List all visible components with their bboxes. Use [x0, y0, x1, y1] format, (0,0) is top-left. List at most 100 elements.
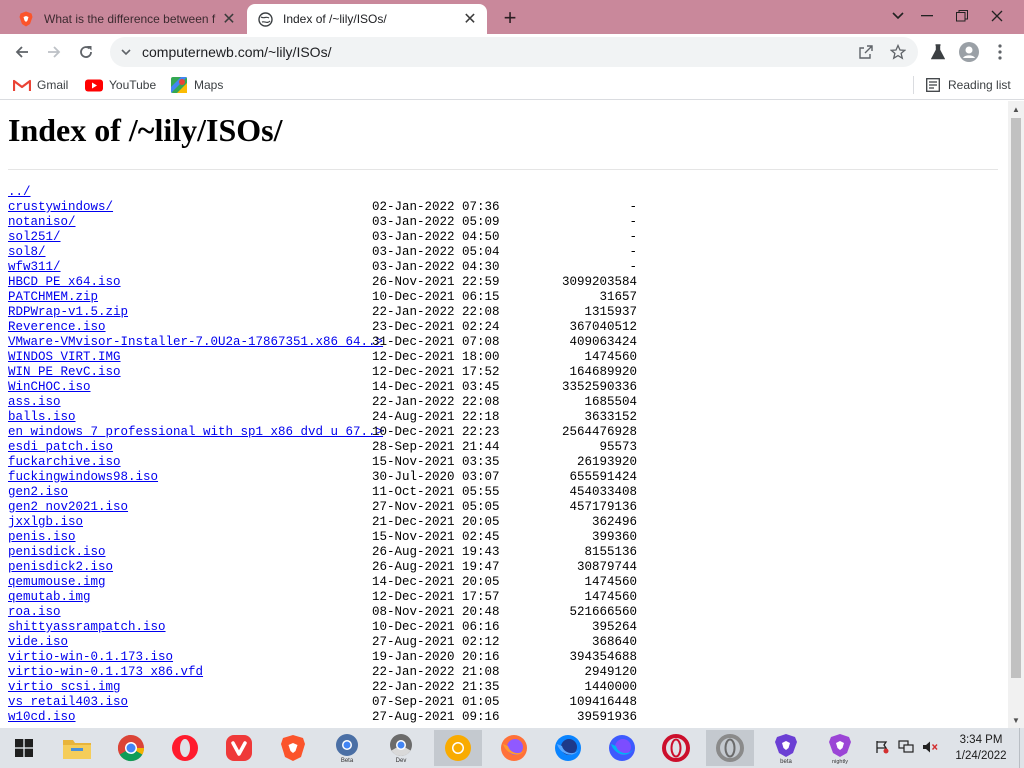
file-link[interactable]: ass.iso: [8, 395, 61, 410]
file-size: 1474560: [584, 350, 637, 364]
file-size: 26193920: [576, 455, 637, 469]
table-row: virtio-win-0.1.173.iso 19-Jan-2020 20:16 3…: [8, 650, 637, 665]
file-link[interactable]: Reverence.iso: [8, 320, 106, 335]
file-link[interactable]: jxxlgb.iso: [8, 515, 83, 530]
file-link[interactable]: penis.iso: [8, 530, 76, 545]
file-link[interactable]: virtio-win-0.1.173.iso: [8, 650, 173, 665]
chrome-dev-icon[interactable]: Dev: [377, 730, 425, 766]
site-info-chevron-icon[interactable]: [118, 44, 134, 60]
modified-date: 08-Nov-2021 20:48: [372, 605, 500, 619]
file-link[interactable]: RDPWrap-v1.5.zip: [8, 305, 128, 320]
labs-flask-icon[interactable]: [926, 40, 950, 64]
share-icon[interactable]: [858, 44, 874, 60]
file-link[interactable]: penisdick.iso: [8, 545, 106, 560]
file-link[interactable]: en_windows_7_professional_with_sp1_x86_d…: [8, 425, 383, 440]
address-bar[interactable]: computernewb.com/~lily/ISOs/: [110, 37, 918, 67]
action-center-flag-icon[interactable]: [873, 738, 891, 756]
chrome-beta-icon[interactable]: Beta: [323, 730, 371, 766]
brave-beta-icon[interactable]: beta: [762, 730, 810, 766]
tab-title: What is the difference between f: [44, 12, 216, 26]
file-link[interactable]: gen2.iso: [8, 485, 68, 500]
bookmark-youtube[interactable]: YouTube: [85, 76, 156, 94]
file-link[interactable]: shittyassrampatch.iso: [8, 620, 166, 635]
opera-active-icon[interactable]: [706, 730, 754, 766]
file-link[interactable]: vide.iso: [8, 635, 68, 650]
modified-date: 22-Jan-2022 22:08: [372, 305, 500, 319]
file-link[interactable]: VMware-VMvisor-Installer-7.0U2a-17867351…: [8, 335, 383, 350]
new-tab-button[interactable]: +: [498, 5, 522, 30]
directory-listing: ../ crustywindows/02-Jan-2022 07:36- nota…: [8, 185, 637, 725]
forward-button[interactable]: [40, 38, 68, 66]
scroll-up-arrow-icon[interactable]: ▲: [1008, 101, 1024, 117]
firefox-nightly-icon[interactable]: [598, 730, 646, 766]
bookmark-gmail[interactable]: Gmail: [13, 76, 68, 94]
tab-active[interactable]: Index of /~lily/ISOs/ ✕: [247, 4, 487, 34]
modified-date: 19-Jan-2020 20:16: [372, 650, 500, 664]
close-tab-icon[interactable]: ✕: [461, 10, 479, 28]
file-link[interactable]: penisdick2.iso: [8, 560, 113, 575]
file-link[interactable]: balls.iso: [8, 410, 76, 425]
reading-list-button[interactable]: Reading list: [924, 76, 1011, 94]
brave-nightly-icon[interactable]: nightly: [816, 730, 864, 766]
file-link[interactable]: wfw311/: [8, 260, 61, 275]
modified-date: 31-Dec-2021 07:08: [372, 335, 500, 349]
file-link[interactable]: crustywindows/: [8, 200, 113, 215]
volume-muted-icon[interactable]: [921, 738, 939, 756]
vivaldi-icon[interactable]: [215, 730, 263, 766]
file-size: 394354688: [569, 650, 637, 664]
firefox-developer-icon[interactable]: [544, 730, 592, 766]
close-tab-icon[interactable]: ✕: [220, 10, 238, 28]
file-link[interactable]: HBCD_PE_x64.iso: [8, 275, 121, 290]
scroll-down-arrow-icon[interactable]: ▼: [1008, 712, 1024, 728]
menu-kebab-icon[interactable]: [988, 40, 1012, 64]
file-size: 1685504: [584, 395, 637, 409]
bookmark-maps[interactable]: Maps: [170, 76, 223, 94]
file-link[interactable]: roa.iso: [8, 605, 61, 620]
back-button[interactable]: [8, 38, 36, 66]
file-link[interactable]: WINDOS_VIRT.IMG: [8, 350, 121, 365]
file-size: 1474560: [584, 590, 637, 604]
chrome-icon[interactable]: [107, 730, 155, 766]
file-link[interactable]: virtio-win-0.1.173_x86.vfd: [8, 665, 203, 680]
start-button[interactable]: [0, 730, 48, 766]
scrollbar-thumb[interactable]: [1011, 118, 1021, 678]
file-link[interactable]: vs_retail403.iso: [8, 695, 128, 710]
bookmark-star-icon[interactable]: [890, 44, 906, 60]
file-link[interactable]: sol251/: [8, 230, 61, 245]
modified-date: 28-Sep-2021 21:44: [372, 440, 500, 454]
file-link[interactable]: w10cd.iso: [8, 710, 76, 725]
file-link[interactable]: qemumouse.img: [8, 575, 106, 590]
tab-strip: What is the difference between f ✕ Index…: [0, 0, 1024, 34]
table-row: penisdick.iso 26-Aug-2021 19:43 8155136: [8, 545, 637, 560]
chrome-canary-icon[interactable]: [434, 730, 482, 766]
close-window-icon[interactable]: [980, 0, 1014, 32]
minimize-icon[interactable]: [910, 0, 944, 32]
brave-icon[interactable]: [269, 730, 317, 766]
firefox-icon[interactable]: [490, 730, 538, 766]
file-link[interactable]: notaniso/: [8, 215, 76, 230]
profile-avatar-icon[interactable]: [957, 40, 981, 64]
file-explorer-icon[interactable]: [53, 730, 101, 766]
tab-inactive[interactable]: What is the difference between f ✕: [8, 4, 246, 34]
file-link[interactable]: qemutab.img: [8, 590, 91, 605]
file-link[interactable]: WinCHOC.iso: [8, 380, 91, 395]
file-link[interactable]: virtio_scsi.img: [8, 680, 121, 695]
file-link[interactable]: fuckingwindows98.iso: [8, 470, 158, 485]
file-link[interactable]: esdi_patch.iso: [8, 440, 113, 455]
file-link[interactable]: WIN_PE_RevC.iso: [8, 365, 121, 380]
vertical-scrollbar[interactable]: ▲ ▼: [1008, 101, 1024, 728]
network-icon[interactable]: [897, 738, 915, 756]
opera-gx-icon[interactable]: [652, 730, 700, 766]
file-link[interactable]: fuckarchive.iso: [8, 455, 121, 470]
opera-icon[interactable]: [161, 730, 209, 766]
file-link[interactable]: PATCHMEM.zip: [8, 290, 98, 305]
reload-button[interactable]: [72, 38, 100, 66]
table-row: gen2_nov2021.iso 27-Nov-2021 05:05 4571791…: [8, 500, 637, 515]
file-size: 521666560: [569, 605, 637, 619]
system-clock[interactable]: 3:34 PM 1/24/2022: [946, 732, 1016, 764]
file-link[interactable]: sol8/: [8, 245, 46, 260]
show-desktop-button[interactable]: [1019, 728, 1024, 768]
file-link[interactable]: gen2_nov2021.iso: [8, 500, 128, 515]
parent-directory-link[interactable]: ../: [8, 185, 31, 200]
restore-icon[interactable]: [945, 0, 979, 32]
